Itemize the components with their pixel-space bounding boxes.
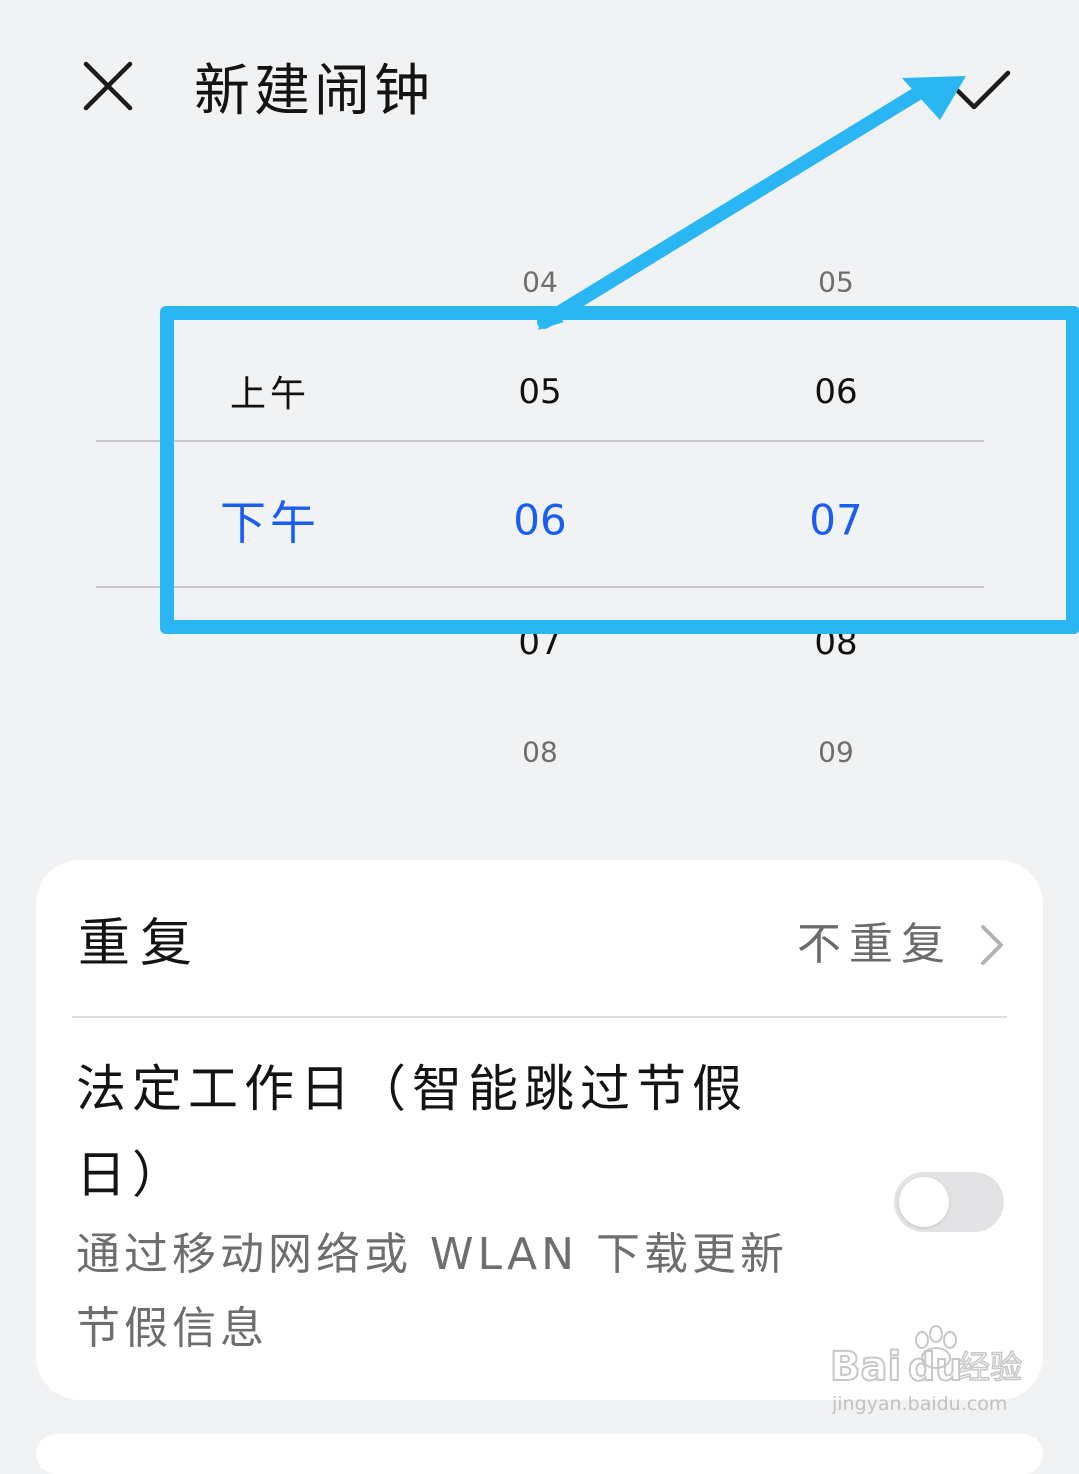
divider [72,1016,1007,1018]
minute-option[interactable]: 05 [706,266,966,299]
workday-title: 法定工作日（智能跳过节假日） [76,1060,748,1204]
hour-option[interactable]: 04 [410,266,670,299]
chevron-right-icon [981,925,1003,965]
minute-option[interactable]: 09 [706,736,966,769]
selection-line-top [96,440,984,442]
hour-option[interactable]: 05 [410,372,670,412]
minute-option[interactable]: 06 [706,372,966,412]
minute-wheel[interactable]: 05 06 07 08 09 [706,230,966,830]
ampm-option-pm[interactable]: 下午 [140,487,400,553]
hour-option[interactable]: 07 [410,623,670,663]
hour-option[interactable]: 08 [410,736,670,769]
time-picker: 上午 下午 04 05 06 07 08 05 06 07 08 09 [0,230,1079,830]
settings-card: 重复 不重复 法定工作日（智能跳过节假日） 通过移动网络或 WLAN 下载更新节… [36,860,1043,1400]
ampm-option-am[interactable]: 上午 [140,365,400,417]
minute-option-selected[interactable]: 07 [706,496,966,545]
next-card [36,1434,1043,1474]
hour-wheel[interactable]: 04 05 06 07 08 [410,230,670,830]
minute-option[interactable]: 08 [706,623,966,663]
toggle-knob [899,1177,949,1227]
close-button[interactable] [74,52,142,120]
close-icon [83,61,133,111]
repeat-value: 不重复 [797,919,953,970]
repeat-row[interactable]: 重复 不重复 [36,860,1043,1016]
check-icon [955,70,1011,110]
page-title: 新建闹钟 [194,59,434,124]
workday-toggle[interactable] [894,1172,1004,1232]
repeat-label: 重复 [78,914,203,974]
confirm-button[interactable] [944,52,1020,128]
hour-option-selected[interactable]: 06 [410,496,670,545]
workday-subtitle: 通过移动网络或 WLAN 下载更新节假信息 [76,1229,789,1354]
ampm-wheel[interactable]: 上午 下午 [140,230,400,830]
selection-line-bottom [96,586,984,588]
